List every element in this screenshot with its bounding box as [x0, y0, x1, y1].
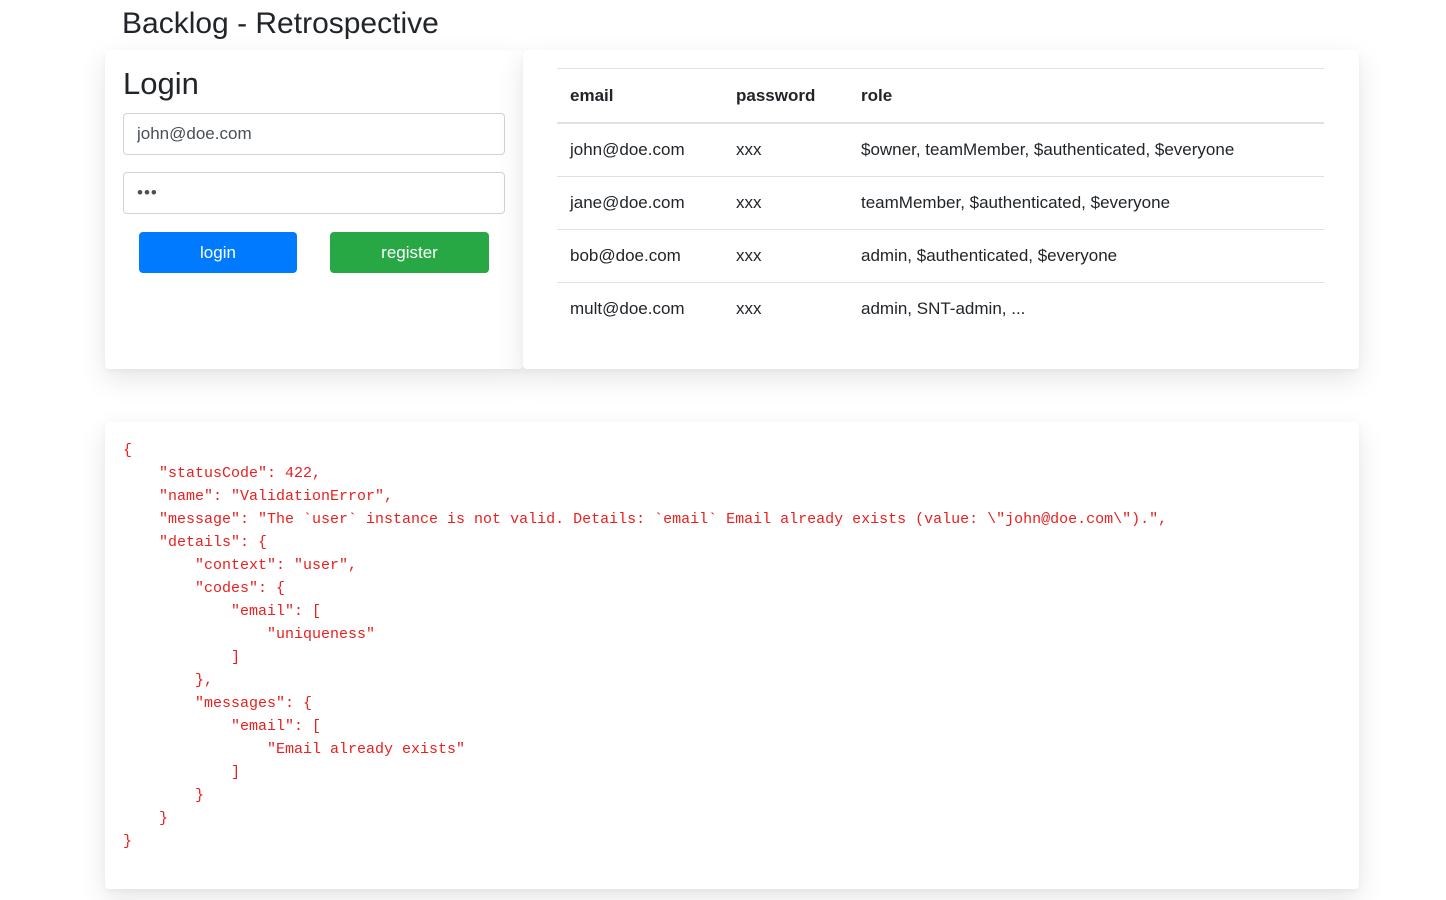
password-field[interactable] — [123, 172, 505, 214]
column-header-email: email — [557, 68, 723, 124]
cell-password: xxx — [723, 122, 848, 177]
table-row: bob@doe.com xxx admin, $authenticated, $… — [557, 229, 1324, 283]
column-header-role: role — [848, 68, 1324, 124]
cell-password: xxx — [723, 282, 848, 335]
table-header-row: email password role — [557, 68, 1324, 124]
cell-password: xxx — [723, 176, 848, 230]
cell-email: jane@doe.com — [557, 176, 723, 230]
table-row: jane@doe.com xxx teamMember, $authentica… — [557, 176, 1324, 230]
cell-role: admin, $authenticated, $everyone — [848, 229, 1324, 283]
cell-role: teamMember, $authenticated, $everyone — [848, 176, 1324, 230]
error-response-card: { "statusCode": 422, "name": "Validation… — [105, 422, 1359, 889]
table-row: john@doe.com xxx $owner, teamMember, $au… — [557, 122, 1324, 177]
login-button[interactable]: login — [139, 232, 297, 273]
app-title: Backlog - Retrospective — [122, 7, 439, 40]
cell-email: mult@doe.com — [557, 282, 723, 335]
cell-role: admin, SNT-admin, ... — [848, 282, 1324, 335]
email-field[interactable] — [123, 113, 505, 155]
cell-email: bob@doe.com — [557, 229, 723, 283]
login-card: Login login register — [105, 50, 523, 369]
error-json: { "statusCode": 422, "name": "Validation… — [123, 442, 1168, 850]
cell-email: john@doe.com — [557, 122, 723, 177]
users-card: email password role john@doe.com xxx $ow… — [523, 50, 1359, 369]
users-table: email password role john@doe.com xxx $ow… — [557, 68, 1324, 335]
register-button[interactable]: register — [330, 232, 489, 273]
table-row: mult@doe.com xxx admin, SNT-admin, ... — [557, 282, 1324, 335]
column-header-password: password — [723, 68, 848, 124]
cell-role: $owner, teamMember, $authenticated, $eve… — [848, 122, 1324, 177]
cell-password: xxx — [723, 229, 848, 283]
login-heading: Login — [123, 66, 199, 101]
